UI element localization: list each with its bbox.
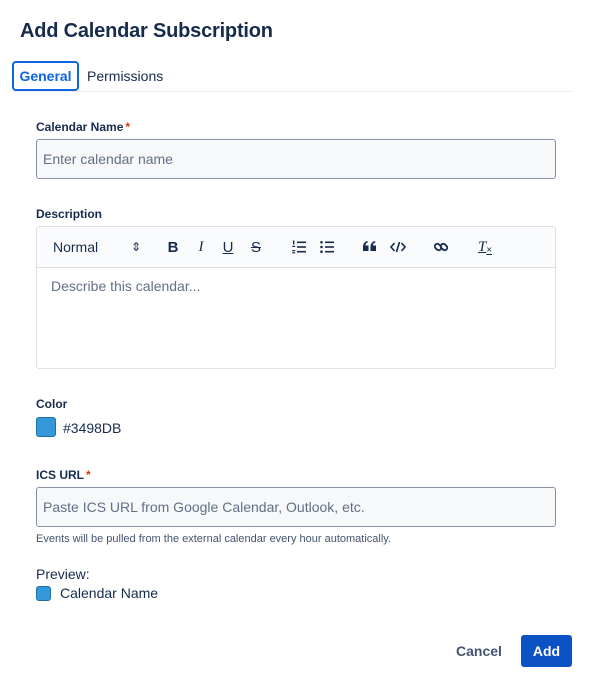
text-format-select[interactable]: Normal ⇕: [53, 237, 141, 257]
bold-button[interactable]: B: [165, 237, 181, 257]
ics-url-label: ICS URL *: [36, 468, 91, 482]
text-format-value: Normal: [53, 239, 99, 255]
ics-url-label-text: ICS URL: [36, 468, 84, 482]
required-marker: *: [86, 468, 91, 482]
preview-calendar-name: Calendar Name: [60, 585, 159, 601]
cancel-button[interactable]: Cancel: [446, 635, 512, 667]
code-icon: [390, 241, 406, 253]
link-button[interactable]: [433, 237, 449, 257]
underline-icon: U: [222, 238, 234, 256]
ordered-list-icon: [292, 240, 306, 254]
description-text-area[interactable]: Describe this calendar...: [37, 268, 555, 368]
clear-format-icon: T: [477, 238, 487, 255]
editor-toolbar: Normal ⇕ B I U S T ×: [37, 227, 555, 268]
add-button[interactable]: Add: [521, 635, 572, 667]
color-hex-value[interactable]: #3498DB: [63, 420, 121, 436]
calendar-name-input[interactable]: [36, 139, 556, 179]
bullet-list-button[interactable]: [319, 237, 335, 257]
strikethrough-icon: S: [250, 238, 261, 256]
description-label: Description: [36, 207, 103, 221]
select-arrows-icon: ⇕: [130, 240, 141, 254]
bold-icon: B: [167, 238, 179, 256]
ics-url-helper-text: Events will be pulled from the external …: [36, 533, 392, 545]
link-icon: [433, 242, 449, 252]
calendar-name-label-text: Calendar Name: [36, 120, 124, 134]
bullet-list-icon: [320, 241, 334, 253]
preview-color-dot: [36, 586, 51, 601]
clear-format-button[interactable]: T ×: [476, 237, 494, 257]
color-label: Color: [36, 397, 68, 411]
clear-x-icon: ×: [486, 245, 493, 256]
tab-general[interactable]: General: [12, 61, 79, 91]
tab-bar: General Permissions: [12, 61, 572, 92]
dialog-title: Add Calendar Subscription: [20, 20, 273, 42]
strikethrough-button[interactable]: S: [248, 237, 264, 257]
underline-button[interactable]: U: [220, 237, 236, 257]
required-marker: *: [125, 120, 131, 134]
calendar-name-label: Calendar Name *: [36, 120, 130, 134]
description-editor: Normal ⇕ B I U S T × Describe this calend…: [36, 226, 556, 369]
quote-icon: [363, 241, 376, 251]
code-button[interactable]: [390, 237, 406, 257]
ordered-list-button[interactable]: [291, 237, 307, 257]
italic-button[interactable]: I: [193, 237, 209, 257]
ics-url-input[interactable]: [36, 487, 556, 527]
color-swatch[interactable]: [36, 417, 56, 437]
italic-icon: I: [198, 238, 204, 255]
preview-label: Preview:: [36, 566, 90, 582]
tab-permissions[interactable]: Permissions: [81, 61, 169, 91]
blockquote-button[interactable]: [362, 237, 378, 257]
